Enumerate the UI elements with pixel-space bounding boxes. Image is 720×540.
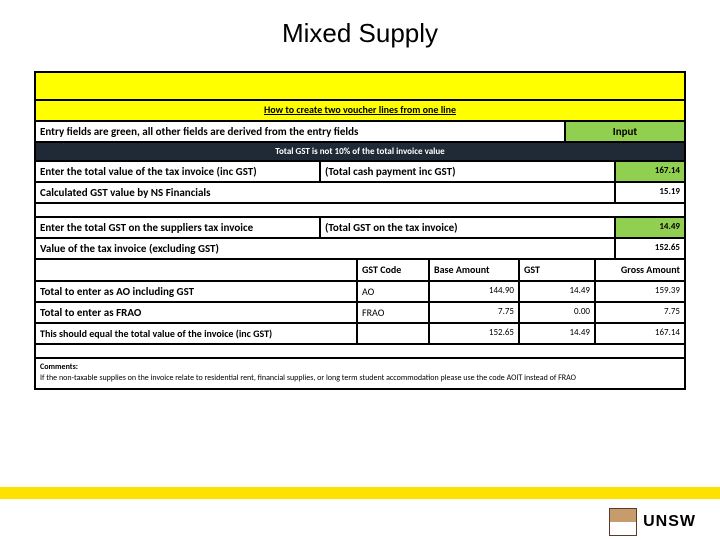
- footer-yellow-strip: [0, 487, 720, 499]
- row-frao-code: FRAO: [356, 303, 428, 322]
- header-gst-code: GST Code: [356, 260, 428, 280]
- row-total-desc: This should equal the total value of the…: [36, 324, 356, 343]
- entry-note-row: Entry fields are green, all other fields…: [36, 122, 684, 143]
- worksheet-table: How to create two voucher lines from one…: [34, 71, 686, 390]
- calc-row-ex-gst: Value of the tax invoice (excluding GST)…: [36, 239, 684, 260]
- unsw-logo-text: UNSW: [643, 513, 696, 531]
- comments-box: Comments: If the non-taxable supplies on…: [36, 357, 684, 388]
- instruction-row: How to create two voucher lines from one…: [36, 101, 684, 122]
- input-heading: Input: [564, 122, 684, 141]
- mid-total-gst: (Total GST on the tax invoice): [321, 218, 614, 237]
- label-total-value: Enter the total value of the tax invoice…: [36, 162, 321, 181]
- unsw-logo: UNSW: [609, 508, 696, 536]
- row-ao-gross: 159.39: [594, 282, 684, 301]
- spacer-row: [36, 343, 684, 357]
- row-ao-base: 144.90: [428, 282, 518, 301]
- spacer-row: [36, 204, 684, 218]
- row-frao-gross: 7.75: [594, 303, 684, 322]
- table-total-row: This should equal the total value of the…: [36, 322, 684, 343]
- label-total-gst: Enter the total GST on the suppliers tax…: [36, 218, 321, 237]
- label-calculated-gst: Calculated GST value by NS Financials: [36, 183, 321, 202]
- value-ex-gst: 152.65: [614, 239, 684, 258]
- comments-body: If the non-taxable supplies on the invoi…: [40, 373, 680, 383]
- header-gst: GST: [518, 260, 594, 280]
- value-calculated-gst: 15.19: [614, 183, 684, 202]
- calc-row-calculated-gst: Calculated GST value by NS Financials 15…: [36, 183, 684, 204]
- gst-banner: Total GST is not 10% of the total invoic…: [36, 143, 684, 162]
- row-frao-desc: Total to enter as FRAO: [36, 303, 356, 322]
- table-row: Total to enter as FRAO FRAO 7.75 0.00 7.…: [36, 301, 684, 322]
- table-header-row: GST Code Base Amount GST Gross Amount: [36, 260, 684, 280]
- row-ao-desc: Total to enter as AO including GST: [36, 282, 356, 301]
- table-row: Total to enter as AO including GST AO 14…: [36, 280, 684, 301]
- header-base-amount: Base Amount: [428, 260, 518, 280]
- mid-total-value: (Total cash payment inc GST): [321, 162, 614, 181]
- header-gross-amount: Gross Amount: [594, 260, 684, 280]
- row-total-gross: 167.14: [594, 324, 684, 343]
- row-ao-gst: 14.49: [518, 282, 594, 301]
- input-total-gst[interactable]: 14.49: [614, 218, 684, 237]
- row-total-gst: 14.49: [518, 324, 594, 343]
- blank-yellow-row: [36, 73, 684, 101]
- row-total-code: [356, 324, 428, 343]
- row-ao-code: AO: [356, 282, 428, 301]
- calc-row-total-value: Enter the total value of the tax invoice…: [36, 162, 684, 183]
- mid-calculated-gst: [321, 183, 614, 202]
- header-blank: [36, 260, 356, 280]
- label-ex-gst: Value of the tax invoice (excluding GST): [36, 239, 321, 258]
- row-total-base: 152.65: [428, 324, 518, 343]
- unsw-crest-icon: [609, 508, 637, 536]
- row-frao-base: 7.75: [428, 303, 518, 322]
- comments-title: Comments:: [40, 362, 680, 372]
- page-title: Mixed Supply: [0, 0, 720, 71]
- mid-ex-gst: [321, 239, 614, 258]
- calc-row-total-gst: Enter the total GST on the suppliers tax…: [36, 218, 684, 239]
- input-total-value[interactable]: 167.14: [614, 162, 684, 181]
- row-frao-gst: 0.00: [518, 303, 594, 322]
- entry-note-text: Entry fields are green, all other fields…: [36, 122, 564, 141]
